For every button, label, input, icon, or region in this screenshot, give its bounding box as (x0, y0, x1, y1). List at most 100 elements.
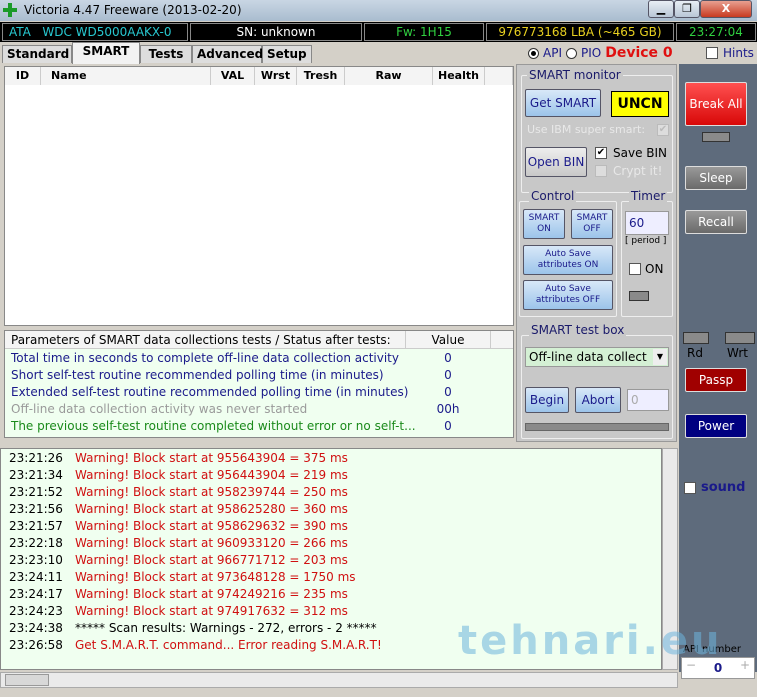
col-name[interactable]: Name (41, 67, 211, 85)
test-type-value: Off-line data collect (529, 350, 647, 364)
log-entry: 23:21:34 Warning! Block start at 95644390… (1, 468, 661, 485)
crypt-checkbox[interactable] (595, 165, 607, 177)
log-message: Warning! Block start at 958239744 = 250 … (75, 485, 348, 499)
tab-standard[interactable]: Standard (2, 45, 72, 63)
abort-button[interactable]: Abort (575, 387, 621, 413)
log-message: Warning! Block start at 960933120 = 266 … (75, 536, 348, 550)
pio-radio[interactable] (565, 47, 577, 59)
passp-button[interactable]: Passp (685, 368, 747, 392)
control-title: Control (529, 189, 577, 203)
decrement-button[interactable]: − (682, 658, 700, 678)
minimize-button[interactable]: ▁ (648, 0, 674, 18)
param-row-label: The previous self-test routine completed… (11, 419, 416, 433)
test-type-select[interactable]: Off-line data collect ▼ (525, 347, 669, 367)
api-number-value[interactable]: 0 (700, 658, 736, 678)
log-entry: 23:21:56 Warning! Block start at 95862528… (1, 502, 661, 519)
param-row-label: Short self-test routine recommended poll… (11, 368, 384, 382)
col-wrst[interactable]: Wrst (255, 67, 297, 85)
tab-advanced[interactable]: Advanced (192, 45, 263, 63)
label: Auto Save (545, 284, 591, 294)
log-time: 23:24:23 (9, 604, 63, 618)
write-indicator (725, 332, 755, 344)
timer-title: Timer (629, 189, 668, 203)
recall-button[interactable]: Recall (685, 210, 747, 234)
value-header: Value (405, 331, 491, 349)
close-button[interactable]: X (700, 0, 752, 18)
param-row-label: Extended self-test routine recommended p… (11, 385, 409, 399)
col-tresh[interactable]: Tresh (297, 67, 345, 85)
sound-label: sound (701, 480, 746, 495)
power-button[interactable]: Power (685, 414, 747, 438)
log-time: 23:24:38 (9, 621, 63, 635)
save-bin-checkbox[interactable]: ✔ (595, 147, 607, 159)
smart-attributes-table[interactable]: ID Name VAL Wrst Tresh Raw Health (4, 66, 514, 326)
increment-button[interactable]: + (736, 658, 754, 678)
side-panel: Break All Sleep Recall Rd Wrt Passp Powe… (679, 64, 757, 679)
get-smart-button[interactable]: Get SMART (525, 89, 601, 117)
api-number-label: API number (683, 644, 742, 655)
param-row-value: 00h (436, 402, 460, 416)
tab-tests[interactable]: Tests (140, 45, 192, 63)
log-time: 23:26:58 (9, 638, 63, 652)
auto-save-off-button[interactable]: Auto Save attributes OFF (523, 280, 613, 310)
test-box-title: SMART test box (529, 323, 627, 337)
log-time: 23:24:11 (9, 570, 63, 584)
sound-checkbox[interactable] (684, 482, 696, 494)
auto-save-on-button[interactable]: Auto Save attributes ON (523, 245, 613, 275)
log-message: Warning! Block start at 955643904 = 375 … (75, 451, 348, 465)
api-number-stepper[interactable]: − 0 + (681, 657, 755, 679)
hints-checkbox[interactable] (706, 47, 718, 59)
timer-period-label: [ period ] (625, 236, 667, 246)
begin-button[interactable]: Begin (525, 387, 569, 413)
log-entry: 23:21:57 Warning! Block start at 95862963… (1, 519, 661, 536)
label: OFF (583, 224, 601, 234)
open-bin-button[interactable]: Open BIN (525, 147, 587, 177)
log-horizontal-scrollbar[interactable] (0, 672, 678, 688)
log-message: Warning! Block start at 974917632 = 312 … (75, 604, 348, 618)
pio-label: PIO (580, 46, 602, 60)
api-radio[interactable] (528, 47, 539, 59)
sleep-button[interactable]: Sleep (685, 166, 747, 190)
smart-off-button[interactable]: SMART OFF (571, 209, 613, 239)
app-icon (3, 3, 17, 17)
tab-setup[interactable]: Setup (262, 45, 312, 63)
maximize-button[interactable]: ❐ (674, 0, 700, 18)
log-entry: 23:21:26 Warning! Block start at 95564390… (1, 451, 661, 468)
param-row-value: 0 (444, 419, 452, 433)
log-message: Warning! Block start at 958625280 = 360 … (75, 502, 348, 516)
smart-on-button[interactable]: SMART ON (523, 209, 565, 239)
smart-monitor-title: SMART monitor (527, 68, 623, 82)
col-id[interactable]: ID (5, 67, 41, 85)
chevron-down-icon[interactable]: ▼ (653, 349, 667, 365)
test-progress-value[interactable]: 0 (627, 389, 669, 411)
capacity: 976773168 LBA (~465 GB) (486, 23, 674, 41)
log-entry: 23:24:17 Warning! Block start at 97424921… (1, 587, 661, 604)
save-bin-label: Save BIN (613, 146, 668, 160)
clock: 23:27:04 (676, 23, 756, 41)
param-row-value: 0 (444, 368, 452, 382)
firmware: Fw: 1H15 (364, 23, 484, 41)
label: attributes OFF (535, 295, 601, 305)
log-message: Warning! Block start at 966771712 = 203 … (75, 553, 348, 567)
param-row-label: Total time in seconds to complete off-li… (11, 351, 399, 365)
drive-info-bar: ATA WDC WD5000AAKX-0 SN: unknown Fw: 1H1… (0, 22, 757, 42)
drive-model: ATA WDC WD5000AAKX-0 (2, 23, 188, 41)
scrollbar-thumb[interactable] (5, 674, 49, 686)
label: Auto Save (545, 249, 591, 259)
break-all-button[interactable]: Break All (685, 82, 747, 126)
timer-on-checkbox[interactable] (629, 263, 641, 275)
smart-status: UNCN (611, 91, 669, 117)
col-health[interactable]: Health (433, 67, 485, 85)
log-vertical-scrollbar[interactable] (662, 448, 678, 670)
log-time: 23:21:57 (9, 519, 63, 533)
event-log[interactable]: 23:21:26 Warning! Block start at 95564390… (0, 448, 662, 670)
test-progress-bar (525, 423, 669, 431)
col-val[interactable]: VAL (211, 67, 255, 85)
param-row-value: 0 (444, 385, 452, 399)
col-spacer (485, 67, 513, 85)
col-raw[interactable]: Raw (345, 67, 433, 85)
tab-smart[interactable]: SMART (72, 42, 140, 64)
ibm-super-smart-checkbox[interactable]: ✔ (657, 124, 669, 136)
timer-input[interactable]: 60 (625, 211, 669, 235)
log-time: 23:23:10 (9, 553, 63, 567)
